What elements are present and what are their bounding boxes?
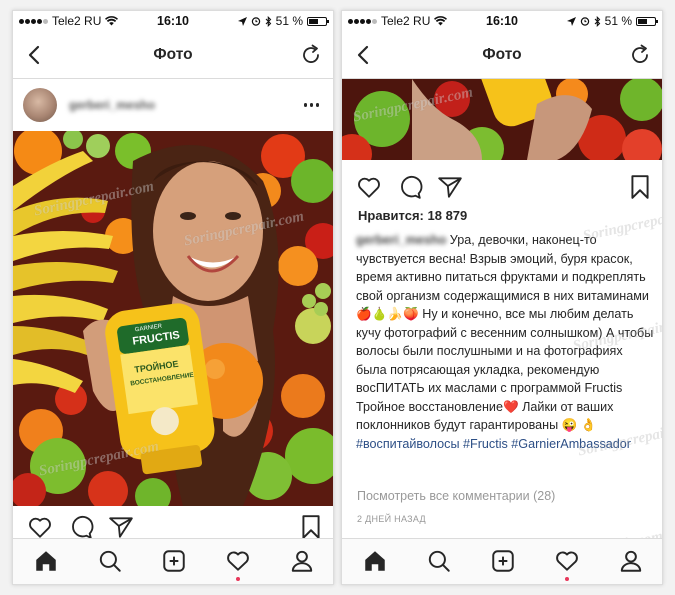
hashtag-link[interactable]: #GarnierAmbassador: [511, 437, 631, 451]
nav-bar: Фото: [342, 31, 662, 79]
post-photo[interactable]: GARNIER FRUCTIS ТРОЙНОЕ ВОССТАНОВЛЕНИЕ S…: [13, 131, 333, 506]
notification-dot: [236, 577, 240, 581]
bookmark-icon[interactable]: [300, 514, 322, 540]
add-icon[interactable]: [490, 548, 516, 574]
fruit-photo-illustration: GARNIER FRUCTIS ТРОЙНОЕ ВОССТАНОВЛЕНИЕ: [13, 131, 333, 506]
view-comments-link[interactable]: Посмотреть все комментарии (28): [357, 489, 555, 503]
page-title: Фото: [153, 45, 193, 63]
heart-icon[interactable]: [27, 514, 53, 540]
back-chevron-icon[interactable]: [23, 43, 47, 67]
bottom-tab-bar: [13, 538, 333, 584]
share-icon[interactable]: [437, 174, 463, 200]
notification-dot: [565, 577, 569, 581]
refresh-icon[interactable]: [628, 43, 652, 67]
battery-icon: [307, 16, 329, 26]
caption-author[interactable]: gerberi_mesho: [356, 233, 446, 247]
post-actions: [342, 168, 662, 208]
status-bar: Tele2 RU 16:10 51 %: [13, 11, 333, 31]
alarm-icon: [580, 17, 589, 26]
search-icon[interactable]: [97, 548, 123, 574]
hashtag-link[interactable]: #воспитайволосы: [356, 437, 460, 451]
battery-icon: [636, 16, 658, 26]
post-username[interactable]: gerberi_mesho: [69, 98, 155, 112]
phone-screen-photo: Tele2 RU 16:10 51 % Фото gerberi_mesho G…: [12, 10, 334, 585]
activity-heart-icon[interactable]: [225, 548, 251, 574]
fruit-photo-illustration: [342, 79, 662, 160]
post-header: gerberi_mesho: [13, 79, 333, 131]
hashtag-link[interactable]: #Fructis: [463, 437, 508, 451]
bluetooth-icon: [265, 15, 271, 27]
status-bar: Tele2 RU 16:10 51 %: [342, 11, 662, 31]
alarm-icon: [251, 17, 260, 26]
more-dots-icon[interactable]: [303, 103, 319, 107]
location-icon: [237, 16, 247, 26]
location-icon: [566, 16, 576, 26]
likes-count[interactable]: Нравится: 18 879: [358, 208, 467, 223]
bottom-tab-bar: [342, 538, 662, 584]
post-timestamp: 2 ДНЕЙ НАЗАД: [357, 514, 426, 524]
avatar[interactable]: [23, 88, 57, 122]
profile-icon[interactable]: [289, 548, 315, 574]
caption-text: Ура, девочки, наконец-то чувствуется вес…: [356, 233, 654, 432]
bookmark-icon[interactable]: [629, 174, 651, 200]
activity-heart-icon[interactable]: [554, 548, 580, 574]
share-icon[interactable]: [108, 514, 134, 540]
comment-icon[interactable]: [397, 174, 423, 200]
screenshot-canvas: Tele2 RU 16:10 51 % Фото gerberi_mesho G…: [0, 0, 675, 595]
comment-icon[interactable]: [68, 514, 94, 540]
phone-screen-caption: Tele2 RU 16:10 51 % Фото Soringpcrepair.…: [341, 10, 663, 585]
home-icon[interactable]: [362, 548, 388, 574]
add-icon[interactable]: [161, 548, 187, 574]
bluetooth-icon: [594, 15, 600, 27]
heart-icon[interactable]: [356, 174, 382, 200]
refresh-icon[interactable]: [299, 43, 323, 67]
home-icon[interactable]: [33, 548, 59, 574]
page-title: Фото: [482, 45, 522, 63]
search-icon[interactable]: [426, 548, 452, 574]
battery-percent: 51 %: [275, 14, 303, 28]
post-photo-cropped[interactable]: Soringpcrepair.com: [342, 79, 662, 160]
nav-bar: Фото: [13, 31, 333, 79]
post-caption: gerberi_mesho Ура, девочки, наконец-то ч…: [356, 231, 656, 453]
back-chevron-icon[interactable]: [352, 43, 376, 67]
battery-percent: 51 %: [604, 14, 632, 28]
profile-icon[interactable]: [618, 548, 644, 574]
